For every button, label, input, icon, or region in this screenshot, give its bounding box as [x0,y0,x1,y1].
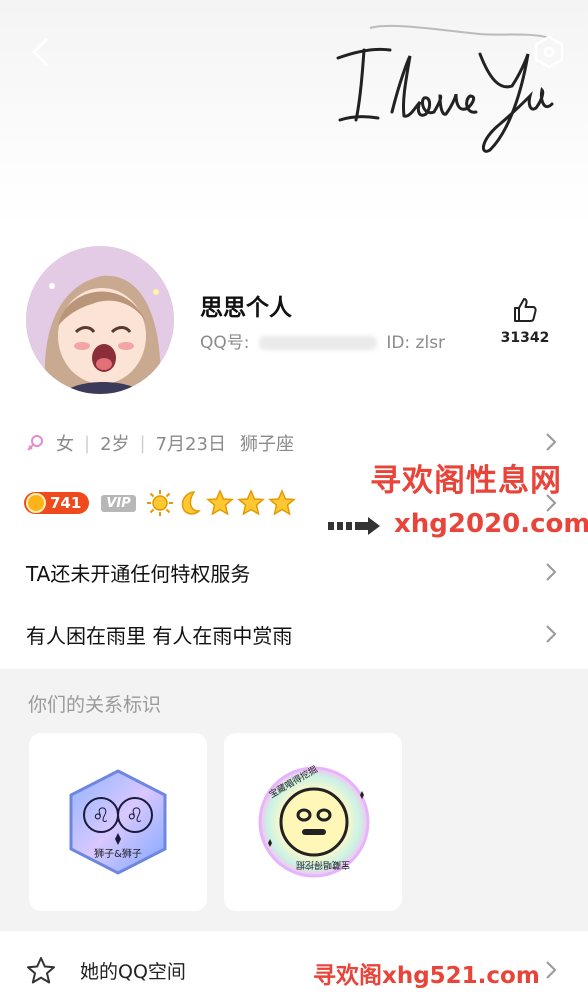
star-icon [236,489,265,516]
star-icon [205,489,234,516]
profile-name: 思思个人 [200,295,292,321]
id-label: ID: zlsr [386,333,446,353]
watermark-bottom: 寻欢阁xhg521.com [313,963,540,989]
privilege-text: TA还未开通任何特权服务 [26,561,251,586]
basic-info-row[interactable]: 女 | 2岁 | 7月23日 狮子座 [26,429,566,457]
qzone-label: 她的QQ空间 [80,961,186,983]
watermark-url: xhg2020.com [394,509,588,539]
divider: | [84,432,91,454]
gender-text: 女 [56,434,74,455]
age-text: 2岁 [100,434,130,455]
watermark-text: 寻欢阁性息网 [370,463,562,499]
profile-page: 思思个人 QQ号: ID: zlsr 31342 女 | 2岁 | 7月23日 … [0,0,588,1000]
i-love-you-script [336,24,554,153]
badges-row[interactable]: 741 VIP [24,487,296,519]
like-count: 31342 [500,330,550,346]
back-arrow-icon[interactable] [24,34,60,70]
avatar[interactable] [26,246,174,394]
qzone-star-icon [27,957,55,984]
qq-number-redacted [258,336,377,350]
relation-card-lion[interactable]: ♌ ♌ 狮子&狮子 [29,733,207,911]
svg-text:♌: ♌ [92,803,110,827]
birthday-text: 7月23日 [155,434,226,455]
chevron-right-icon [546,961,557,979]
qq-label: QQ号: [200,333,250,353]
signature-text: 有人困在雨里 有人在雨中赏雨 [26,623,293,648]
moon-icon [181,491,201,515]
thumbs-up-icon [514,298,537,322]
chevron-right-icon [546,433,557,451]
coin-icon [26,493,46,513]
watermark-arrow-icon [328,517,380,535]
svg-text:♌: ♌ [126,803,144,827]
privilege-row[interactable]: TA还未开通任何特权服务 [0,541,588,603]
chevron-right-icon [546,625,557,643]
level-number: 741 [50,494,82,512]
female-gender-icon [27,435,43,451]
qq-number-line: QQ号: ID: zlsr [200,328,456,353]
treasure-round-badge [258,766,370,878]
signature-row[interactable]: 有人困在雨里 有人在雨中赏雨 [0,603,588,665]
relation-card-treasure[interactable]: 宝藏唱得挖掘 宝藏唱得挖掘 [224,733,402,911]
leo-hexagon-badge: ♌ ♌ [69,769,167,875]
zodiac-text: 狮子座 [239,434,294,455]
chevron-right-icon [546,563,557,581]
qq-level-icons [146,489,296,517]
like-button[interactable]: 31342 [500,296,550,346]
vip-badge[interactable]: VIP [101,494,136,512]
divider: | [139,432,146,454]
settings-hexagon-icon[interactable] [532,34,566,70]
relation-title: 你们的关系标识 [28,694,162,716]
relation-card-label: 狮子&狮子 [94,849,142,860]
sun-icon [146,490,173,516]
cover-image[interactable] [0,0,588,230]
relation-card-ring-bottom: 宝藏唱得挖掘 [296,859,351,869]
avatar-illustration [26,246,174,394]
star-icon [267,489,296,516]
level-badge[interactable]: 741 [24,492,90,514]
